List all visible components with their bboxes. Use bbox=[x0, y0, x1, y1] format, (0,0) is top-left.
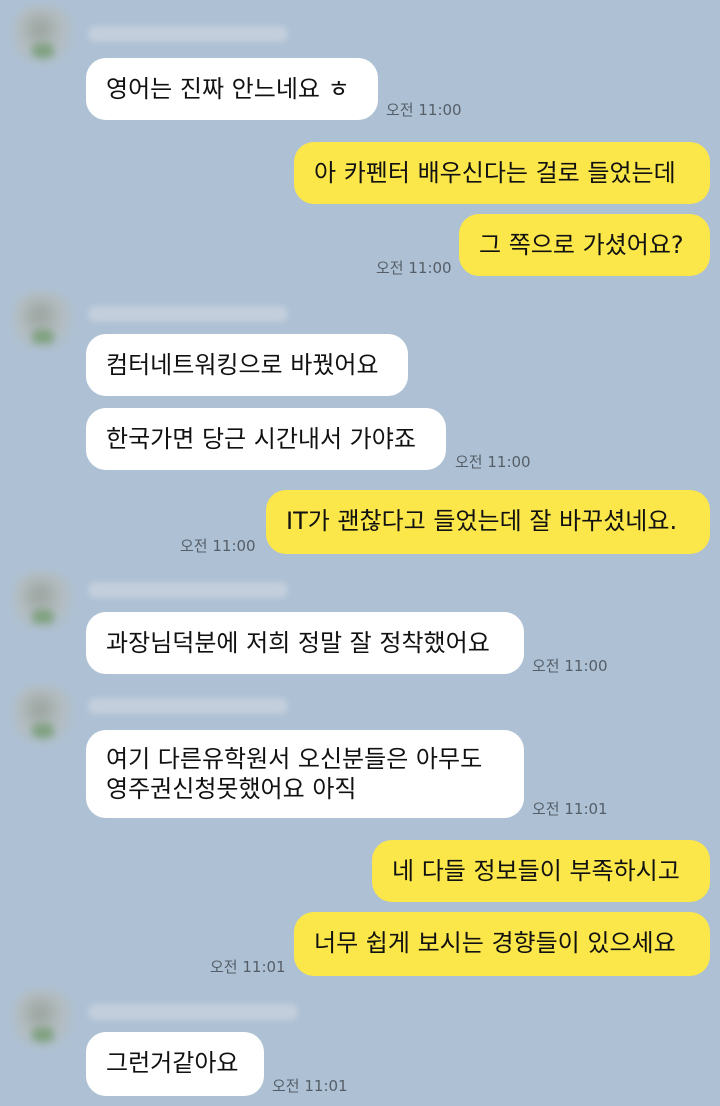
message-text: 과장님덕분에 저희 정말 잘 정착했어요 bbox=[106, 629, 490, 657]
sender-name-blurred bbox=[88, 698, 288, 714]
sender-avatar[interactable] bbox=[14, 686, 72, 744]
message-time: 오전 11:01 bbox=[272, 1077, 348, 1095]
message-text: IT가 괜찮다고 들었는데 잘 바꾸셨네요. bbox=[286, 507, 678, 535]
sender-name-blurred bbox=[88, 26, 288, 42]
message-text: 여기 다른유학원서 오신분들은 아무도 bbox=[106, 745, 483, 773]
chat-window[interactable]: 영어는 진짜 안느네요 ㅎ 오전 11:00 아 카펜터 배우신다는 걸로 들었… bbox=[0, 0, 720, 1106]
message-text: 영어는 진짜 안느네요 ㅎ bbox=[106, 75, 350, 103]
message-bubble-outgoing[interactable]: 아 카펜터 배우신다는 걸로 들었는데 bbox=[294, 142, 710, 204]
message-bubble-incoming[interactable]: 영어는 진짜 안느네요 ㅎ bbox=[86, 58, 378, 120]
message-bubble-incoming[interactable]: 여기 다른유학원서 오신분들은 아무도 영주권신청못했어요 아직 bbox=[86, 730, 524, 818]
message-time: 오전 11:00 bbox=[180, 537, 256, 555]
message-text: 컴터네트워킹으로 바꿨어요 bbox=[106, 351, 379, 379]
message-text: 영주권신청못했어요 아직 bbox=[106, 775, 357, 803]
message-time: 오전 11:00 bbox=[532, 657, 608, 675]
sender-avatar[interactable] bbox=[14, 292, 72, 350]
message-bubble-incoming[interactable]: 과장님덕분에 저희 정말 잘 정착했어요 bbox=[86, 612, 524, 674]
sender-avatar[interactable] bbox=[14, 990, 72, 1048]
message-bubble-incoming[interactable]: 한국가면 당근 시간내서 가야죠 bbox=[86, 408, 446, 470]
message-bubble-outgoing[interactable]: 그 쪽으로 가셨어요? bbox=[459, 214, 710, 276]
message-bubble-incoming[interactable]: 컴터네트워킹으로 바꿨어요 bbox=[86, 334, 408, 396]
message-time: 오전 11:00 bbox=[386, 101, 462, 119]
message-time: 오전 11:00 bbox=[455, 453, 531, 471]
message-text: 네 다들 정보들이 부족하시고 bbox=[392, 857, 680, 885]
message-bubble-outgoing[interactable]: IT가 괜찮다고 들었는데 잘 바꾸셨네요. bbox=[266, 490, 710, 554]
message-text: 아 카펜터 배우신다는 걸로 들었는데 bbox=[314, 159, 676, 187]
message-time: 오전 11:01 bbox=[532, 800, 608, 818]
message-time: 오전 11:01 bbox=[210, 958, 286, 976]
message-bubble-outgoing[interactable]: 너무 쉽게 보시는 경향들이 있으세요 bbox=[294, 912, 710, 976]
message-time: 오전 11:00 bbox=[376, 259, 452, 277]
message-text: 너무 쉽게 보시는 경향들이 있으세요 bbox=[314, 929, 676, 957]
message-text: 한국가면 당근 시간내서 가야죠 bbox=[106, 425, 416, 453]
sender-name-blurred bbox=[88, 306, 288, 322]
message-bubble-incoming[interactable]: 그런거같아요 bbox=[86, 1032, 264, 1096]
message-text: 그 쪽으로 가셨어요? bbox=[479, 231, 684, 259]
sender-avatar[interactable] bbox=[14, 572, 72, 630]
sender-name-blurred bbox=[88, 582, 288, 598]
message-text: 그런거같아요 bbox=[106, 1049, 239, 1077]
sender-name-blurred bbox=[88, 1004, 298, 1020]
sender-avatar[interactable] bbox=[14, 6, 72, 64]
message-bubble-outgoing[interactable]: 네 다들 정보들이 부족하시고 bbox=[372, 840, 710, 902]
